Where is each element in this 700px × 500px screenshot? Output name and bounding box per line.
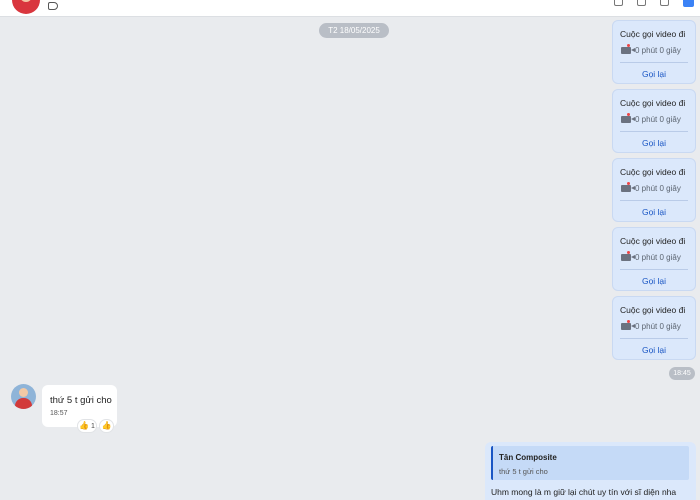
call-title: Cuộc gọi video đi <box>620 29 686 39</box>
call-title: Cuộc gọi video đi <box>620 305 686 315</box>
call-back-button[interactable]: Gọi lại <box>613 138 695 148</box>
call-title: Cuộc gọi video đi <box>620 236 686 246</box>
call-card: Cuộc gọi video đi 0 phút 0 giây Gọi lại <box>612 89 696 153</box>
call-title: Cuộc gọi video đi <box>620 167 686 177</box>
thumbs-up-icon: 👍 <box>101 421 112 430</box>
call-back-button[interactable]: Gọi lại <box>613 207 695 217</box>
call-duration-text: 0 phút 0 giây <box>635 253 681 262</box>
video-call-icon[interactable] <box>637 0 646 6</box>
reply-text: Uhm mong là m giữ lại chút uy tín với sĩ… <box>491 487 677 497</box>
call-card: Cuộc gọi video đi 0 phút 0 giây Gọi lại <box>612 296 696 360</box>
missed-video-call-icon <box>621 320 635 330</box>
missed-video-call-icon <box>621 251 635 261</box>
missed-video-call-icon <box>621 182 635 192</box>
outgoing-reply-bubble[interactable]: Tân Composite thứ 5 t gửi cho Uhm mong l… <box>485 442 696 500</box>
quoted-message[interactable]: Tân Composite thứ 5 t gửi cho <box>491 446 689 480</box>
call-card: Cuộc gọi video đi 0 phút 0 giây Gọi lại <box>612 158 696 222</box>
call-duration-text: 0 phút 0 giây <box>635 115 681 124</box>
label-tag-icon[interactable] <box>48 2 58 10</box>
message-time: 18:57 <box>50 410 68 417</box>
divider <box>620 269 688 270</box>
call-duration-text: 0 phút 0 giây <box>635 46 681 55</box>
date-separator: T2 18/05/2025 <box>319 23 389 38</box>
call-back-button[interactable]: Gọi lại <box>613 276 695 286</box>
divider <box>620 200 688 201</box>
sender-avatar[interactable] <box>11 384 36 409</box>
call-duration: 0 phút 0 giây <box>621 44 681 55</box>
missed-video-call-icon <box>621 44 635 54</box>
call-back-button[interactable]: Gọi lại <box>613 345 695 355</box>
quote-author: Tân Composite <box>499 453 557 462</box>
call-duration: 0 phút 0 giây <box>621 182 681 193</box>
add-reaction-button[interactable]: 👍 <box>99 419 114 433</box>
call-duration: 0 phút 0 giây <box>621 320 681 331</box>
chat-header <box>0 0 700 17</box>
message-text: thứ 5 t gửi cho <box>50 395 112 406</box>
divider <box>620 131 688 132</box>
call-duration-text: 0 phút 0 giây <box>635 322 681 331</box>
sidebar-toggle-icon[interactable] <box>683 0 694 7</box>
divider <box>620 338 688 339</box>
search-icon[interactable] <box>614 0 623 6</box>
call-title: Cuộc gọi video đi <box>620 98 686 108</box>
divider <box>620 62 688 63</box>
add-member-icon[interactable] <box>660 0 669 6</box>
call-card: Cuộc gọi video đi 0 phút 0 giây Gọi lại <box>612 20 696 84</box>
contact-avatar[interactable] <box>12 0 40 14</box>
message-time-chip: 18:45 <box>669 367 695 380</box>
call-back-button[interactable]: Gọi lại <box>613 69 695 79</box>
call-duration-text: 0 phút 0 giây <box>635 184 681 193</box>
thumbs-up-icon: 👍 <box>79 421 90 430</box>
call-duration: 0 phút 0 giây <box>621 251 681 262</box>
reaction-summary[interactable]: 👍 1 <box>77 419 97 433</box>
reaction-count: 1 <box>91 422 95 430</box>
call-duration: 0 phút 0 giây <box>621 113 681 124</box>
quote-text: thứ 5 t gửi cho <box>499 467 548 476</box>
header-toolbar <box>614 0 694 7</box>
call-card: Cuộc gọi video đi 0 phút 0 giây Gọi lại <box>612 227 696 291</box>
missed-video-call-icon <box>621 113 635 123</box>
